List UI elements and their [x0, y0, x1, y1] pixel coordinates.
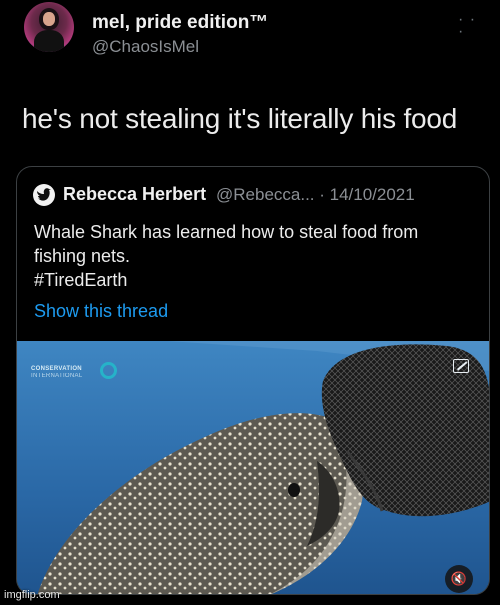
quoted-user-avatar[interactable]: [33, 184, 55, 206]
display-name[interactable]: mel, pride edition™: [92, 12, 268, 34]
quoted-tweet-text: Whale Shark has learned how to steal foo…: [34, 220, 484, 292]
avatar-shirt: [34, 30, 64, 52]
imgflip-watermark: imgflip.com: [4, 589, 60, 601]
video-player[interactable]: CONSERVATION INTERNATIONAL 🔇: [17, 341, 489, 594]
more-options-icon[interactable]: · · ·: [458, 12, 480, 40]
bird-logo-icon: [37, 188, 51, 201]
speaker-muted-icon: 🔇: [450, 571, 468, 586]
whale-shark-video-frame: [17, 341, 489, 594]
quoted-tweet-card[interactable]: Rebecca Herbert @Rebecca... · 14/10/2021…: [16, 166, 490, 595]
expand-icon[interactable]: [453, 359, 469, 373]
quoted-handle-date[interactable]: @Rebecca... · 14/10/2021: [216, 185, 415, 205]
mute-button[interactable]: 🔇: [445, 565, 473, 593]
logo-line-2: INTERNATIONAL: [31, 373, 83, 379]
logo-ring-icon: [100, 362, 117, 379]
user-avatar[interactable]: [24, 2, 74, 52]
logo-line-1: CONSERVATION: [31, 366, 82, 372]
show-thread-link[interactable]: Show this thread: [34, 301, 168, 322]
quoted-text-line: Whale Shark has learned how to steal foo…: [34, 222, 419, 242]
tweet-text: he's not stealing it's literally his foo…: [22, 103, 458, 134]
quoted-text-line: fishing nets.: [34, 246, 131, 266]
hashtag-link[interactable]: #TiredEarth: [34, 268, 484, 292]
avatar-face: [43, 12, 55, 26]
user-handle[interactable]: @ChaosIsMel: [92, 37, 199, 57]
quoted-display-name[interactable]: Rebecca Herbert: [63, 184, 206, 205]
